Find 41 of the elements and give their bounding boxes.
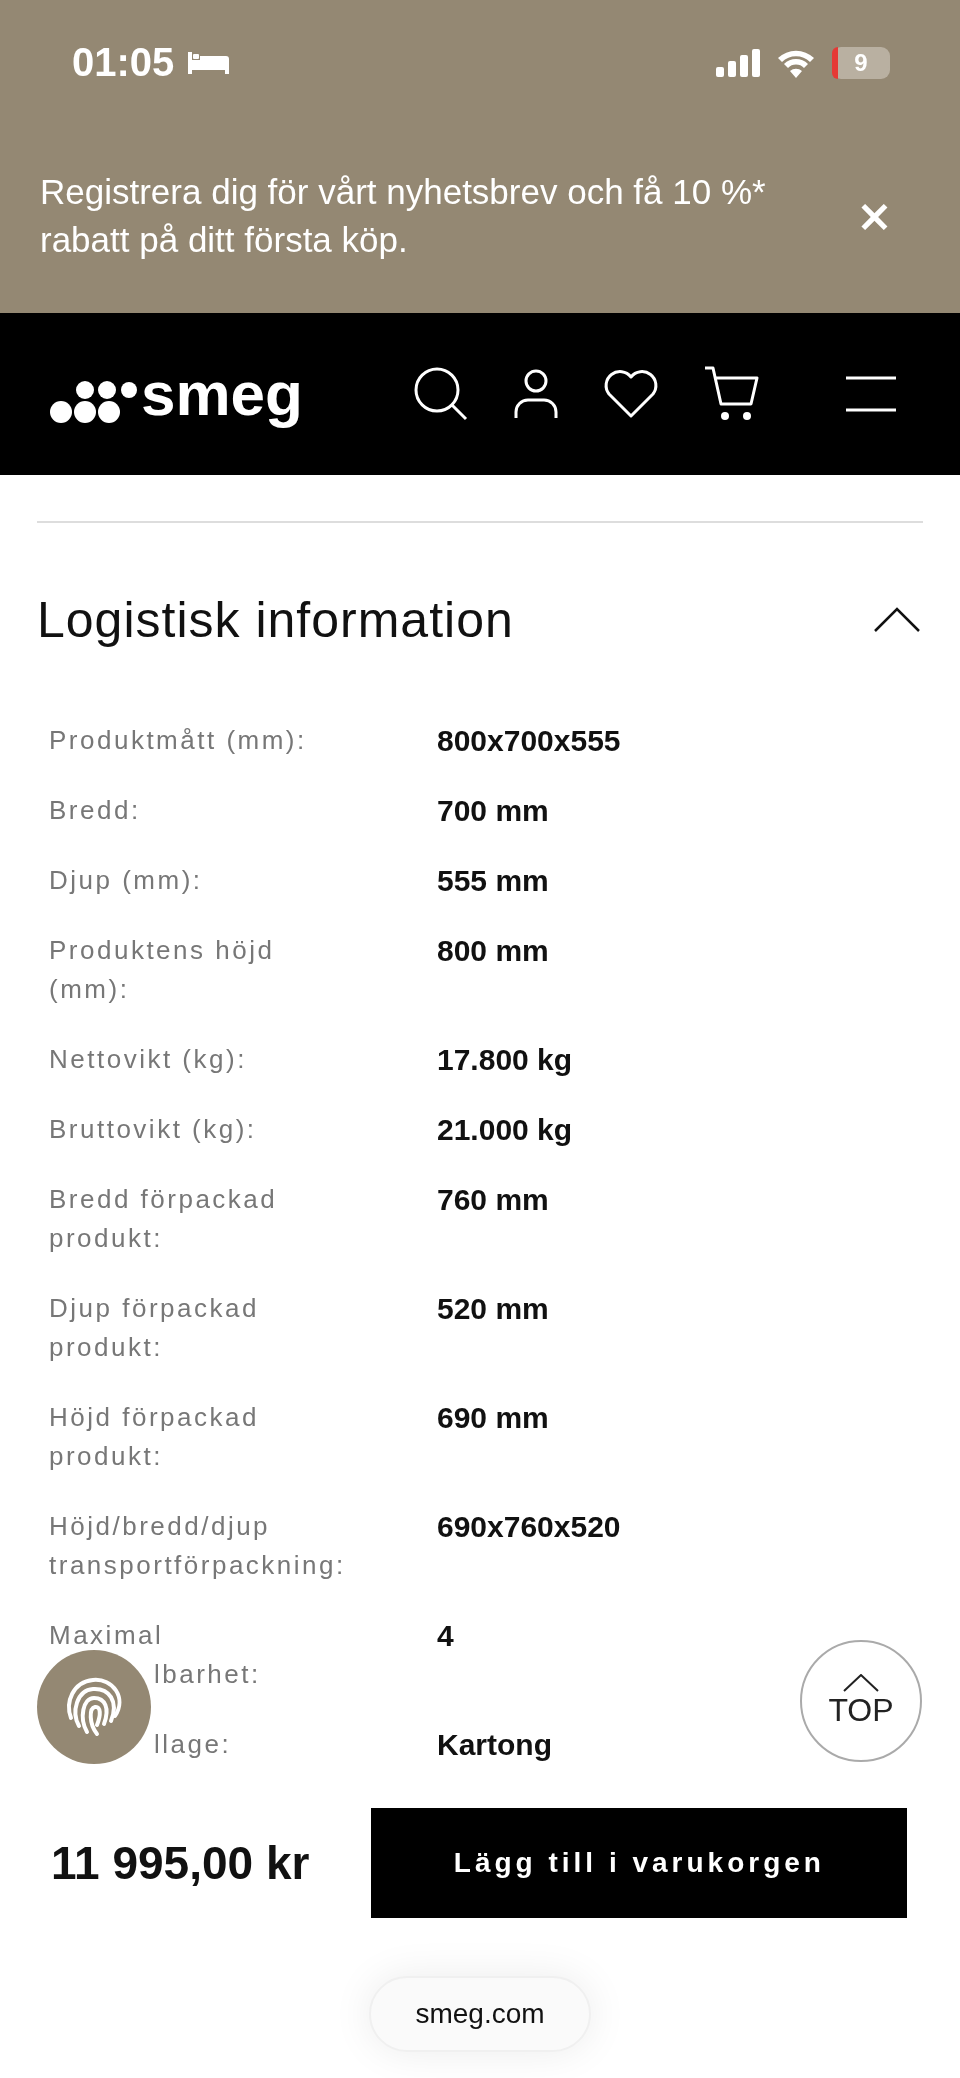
- spec-label: Bredd förpackad produkt:: [49, 1183, 279, 1255]
- spec-label: Produktmått (mm):: [49, 724, 308, 757]
- spec-value: 17.800 kg: [437, 1042, 573, 1078]
- spec-label: Bredd:: [49, 794, 142, 827]
- price: 11 995,00 kr: [51, 1836, 310, 1890]
- chevron-up-icon[interactable]: [873, 607, 921, 633]
- spec-label: Produktens höjd (mm):: [49, 934, 276, 1006]
- spec-value: 690 mm: [437, 1400, 549, 1436]
- battery-icon: 9: [832, 46, 890, 79]
- spec-value: 21.000 kg: [437, 1112, 573, 1148]
- spec-label: Djup (mm):: [49, 864, 204, 897]
- spec-value: 690x760x520: [437, 1509, 621, 1545]
- heart-icon[interactable]: [602, 369, 659, 419]
- menu-icon[interactable]: [844, 376, 897, 412]
- section-title[interactable]: Logistisk information: [37, 591, 514, 649]
- bed-icon: [186, 49, 231, 76]
- add-to-cart-button[interactable]: Lägg till i varukorgen: [371, 1808, 908, 1918]
- spec-label: Höjd förpackad produkt:: [49, 1401, 260, 1473]
- spec-value: 760 mm: [437, 1182, 549, 1218]
- account-icon[interactable]: [512, 368, 559, 420]
- url-pill[interactable]: smeg.com: [369, 1976, 591, 2052]
- signal-icon: [716, 48, 760, 77]
- search-icon[interactable]: [412, 366, 469, 422]
- status-time: 01:05: [72, 40, 175, 85]
- spec-label: llage:: [153, 1728, 233, 1761]
- spec-label: Djup förpackad produkt:: [49, 1292, 260, 1364]
- spec-label: Maximal lbarhet:: [49, 1619, 262, 1691]
- newsletter-text: Registrera dig för vårt nyhetsbrev och få 10 %* rabatt på ditt första köp.: [40, 171, 767, 261]
- spec-value: 800x700x555: [437, 723, 621, 759]
- spec-label: Bruttovikt (kg):: [49, 1113, 258, 1146]
- spec-value: 555 mm: [437, 863, 549, 899]
- spec-value: 4: [437, 1618, 454, 1654]
- spec-value: 800 mm: [437, 933, 549, 969]
- back-to-top-button[interactable]: TOP: [800, 1640, 922, 1762]
- caret-up-icon: [843, 1673, 879, 1692]
- spec-label: Höjd/bredd/djup transportförpackning:: [49, 1510, 347, 1582]
- cart-icon[interactable]: [702, 365, 761, 423]
- spec-label: Nettovikt (kg):: [49, 1043, 248, 1076]
- spec-value: Kartong: [437, 1727, 552, 1763]
- spec-value: 700 mm: [437, 793, 549, 829]
- spec-value: 520 mm: [437, 1291, 549, 1327]
